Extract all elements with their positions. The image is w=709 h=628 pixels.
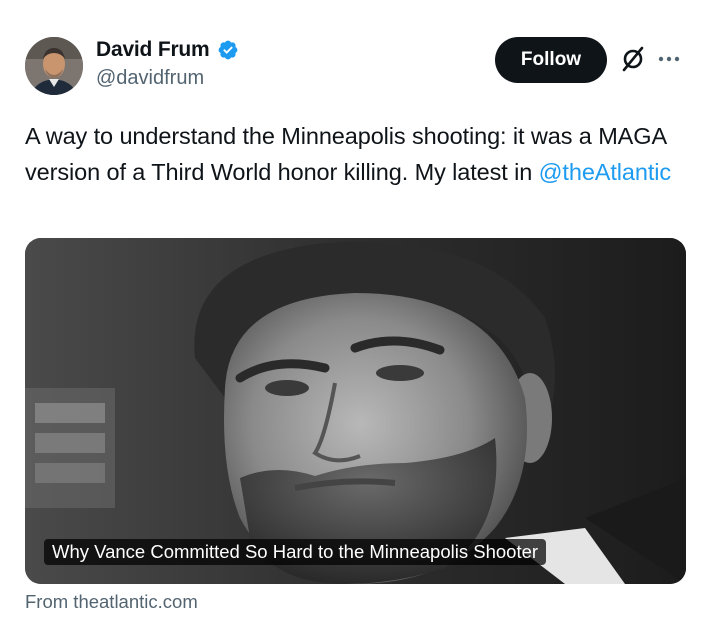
tweet-text: A way to understand the Minneapolis shoo…: [25, 118, 690, 190]
tweet: David Frum @davidfrum Follow A way to un…: [0, 0, 709, 628]
grok-slash-icon[interactable]: [618, 44, 648, 74]
author-handle[interactable]: @davidfrum: [96, 67, 204, 90]
more-dots-icon[interactable]: [653, 44, 685, 74]
link-card[interactable]: Why Vance Committed So Hard to the Minne…: [25, 238, 686, 584]
card-photo: [25, 238, 686, 584]
card-title: Why Vance Committed So Hard to the Minne…: [44, 539, 547, 565]
follow-button[interactable]: Follow: [495, 37, 607, 83]
verified-badge-icon: [218, 40, 237, 60]
mention-link[interactable]: @theAtlantic: [539, 159, 671, 185]
author-name-row: David Frum: [96, 38, 239, 62]
author-display-name[interactable]: David Frum: [96, 38, 210, 62]
avatar[interactable]: [25, 37, 83, 95]
card-source-link[interactable]: From theatlantic.com: [25, 591, 198, 613]
avatar-image: [25, 37, 83, 95]
